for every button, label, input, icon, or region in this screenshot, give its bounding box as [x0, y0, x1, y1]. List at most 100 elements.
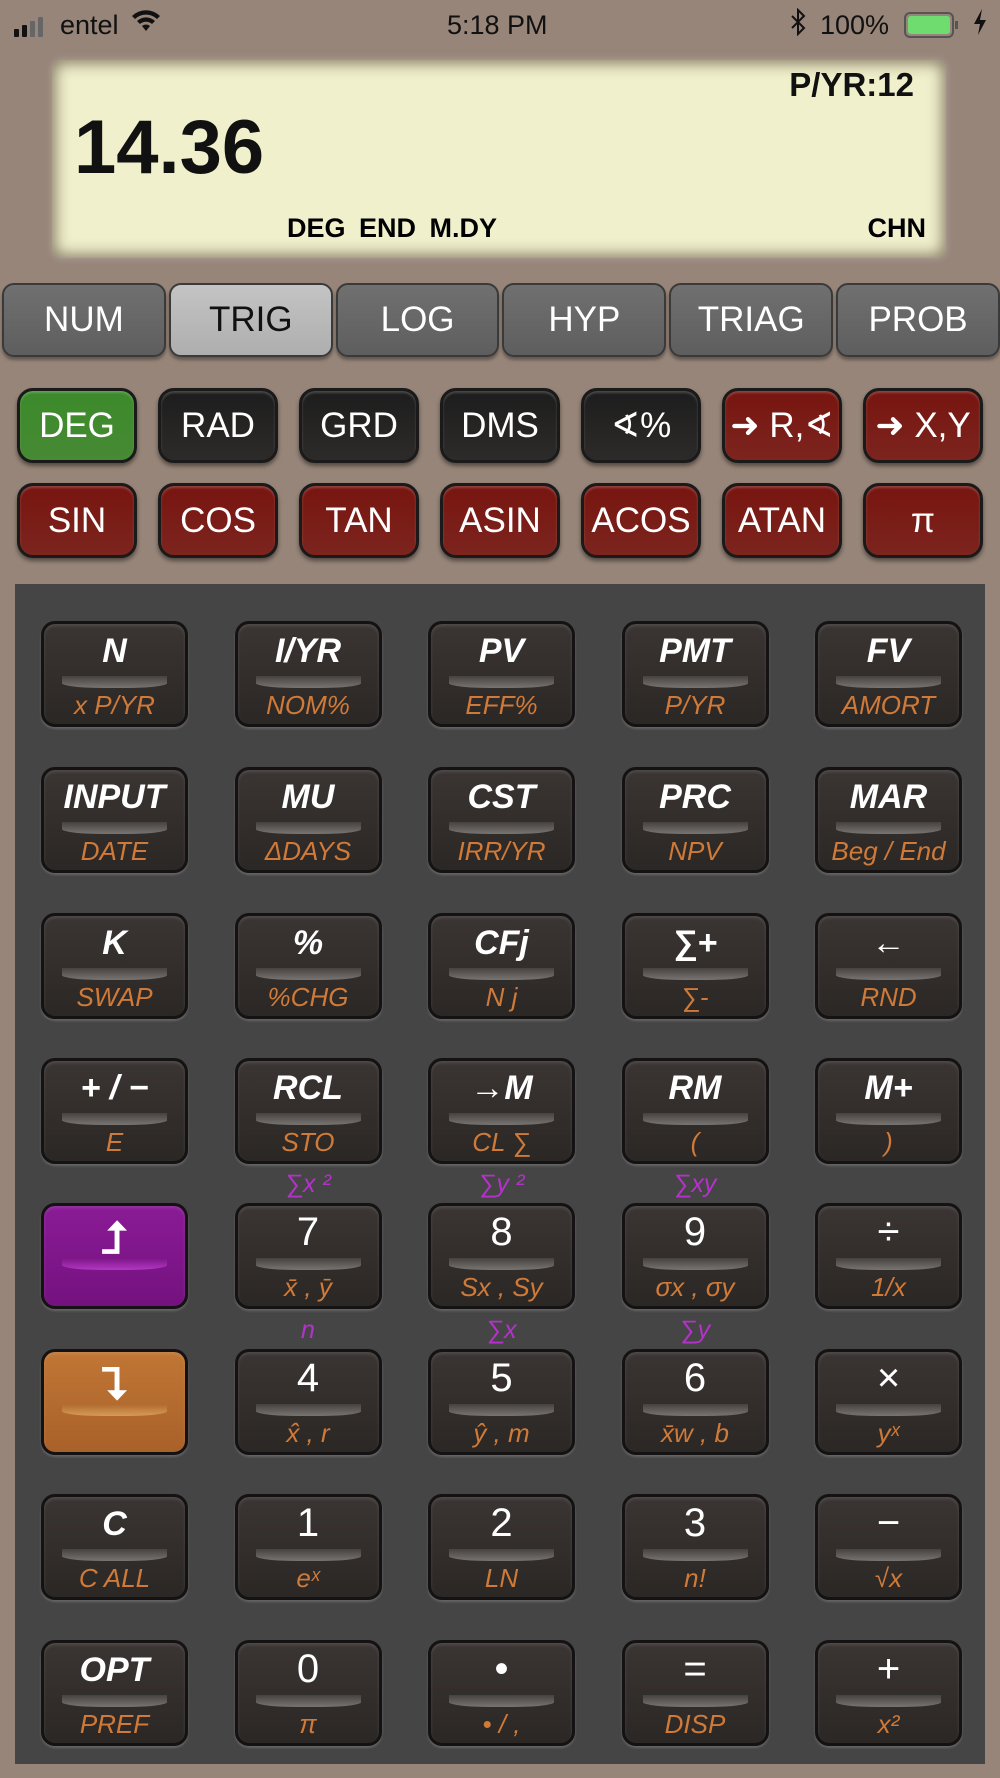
key-highlight	[255, 676, 361, 688]
key-8[interactable]: 8 Sx , Sy	[428, 1203, 575, 1309]
key-mu[interactable]: MU ΔDAYS	[234, 767, 382, 873]
key-symbol[interactable]: − √x	[815, 1494, 962, 1600]
func-button-grd[interactable]: GRD	[299, 388, 419, 463]
key-symbol[interactable]: ← RND	[815, 913, 962, 1019]
chain-mode-indicator: CHN	[867, 213, 927, 243]
key-pv[interactable]: PV EFF%	[428, 621, 575, 727]
key-highlight	[642, 968, 748, 980]
func-button-asin[interactable]: ASIN	[440, 483, 560, 558]
tab-hyp[interactable]: HYP	[502, 283, 667, 357]
key-main-label: 1	[296, 1501, 320, 1545]
battery-percent: 100%	[820, 10, 890, 40]
func-button-atan[interactable]: ATAN	[722, 483, 842, 558]
key-highlight	[449, 1404, 554, 1416]
tab-triag[interactable]: TRIAG	[669, 283, 834, 357]
key-main-label: + / −	[80, 1069, 149, 1107]
key-symbol[interactable]: ÷ 1/x	[815, 1203, 962, 1309]
key-main-label: N	[102, 632, 127, 670]
key-symbol[interactable]: + / − E	[41, 1058, 188, 1164]
key-secondary-label: π	[299, 1709, 317, 1739]
tab-prob[interactable]: PROB	[836, 283, 1000, 357]
key-7[interactable]: 7 x̄ , ȳ	[234, 1203, 382, 1309]
clock: 5:18 PM	[447, 10, 548, 40]
key-5[interactable]: 5 ŷ , m	[428, 1349, 575, 1455]
key-1[interactable]: 1 eˣ	[234, 1494, 382, 1600]
key-highlight	[255, 968, 361, 980]
key-n[interactable]: Nx P/YR	[41, 621, 188, 727]
func-button-sin[interactable]: SIN	[17, 483, 137, 558]
tab-trig[interactable]: TRIG	[168, 283, 333, 357]
key-secondary-label: √x	[874, 1563, 903, 1593]
key-symbol[interactable]: × yˣ	[815, 1349, 962, 1455]
key-pmt[interactable]: PMT P/YR	[621, 621, 769, 727]
key-2[interactable]: 2 LN	[428, 1494, 575, 1600]
key-rcl[interactable]: RCL STO	[234, 1058, 382, 1164]
key-4[interactable]: 4 x̂ , r	[234, 1349, 382, 1455]
key-secondary-label: ŷ , m	[473, 1418, 530, 1448]
key-secondary-label: x²	[877, 1709, 900, 1739]
key-9[interactable]: 9 σx , σy	[621, 1203, 769, 1309]
key-secondary-label: eˣ	[296, 1563, 320, 1593]
key-highlight	[642, 676, 748, 688]
key-6[interactable]: 6 x̄w , b	[621, 1349, 769, 1455]
key-stat-label: ∑y	[679, 1316, 711, 1344]
key-highlight	[449, 1549, 554, 1561]
key-main-label: 2	[490, 1501, 513, 1545]
key-symbol[interactable]: + x²	[815, 1640, 962, 1746]
key-highlight	[449, 1258, 554, 1270]
key-highlight	[62, 1549, 167, 1561]
func-button-x-y[interactable]: ➜ X,Y	[863, 388, 983, 463]
key-main-label: PRC	[659, 778, 731, 816]
key-k[interactable]: K SWAP	[41, 913, 188, 1019]
key-highlight	[836, 1549, 941, 1561]
func-button-symbol[interactable]: π	[863, 483, 983, 558]
key-mar[interactable]: MAR Beg / End	[815, 767, 962, 873]
key-main-label: CFj	[474, 924, 529, 962]
key-m[interactable]: M+)	[815, 1058, 962, 1164]
mode-tabs: NUM TRIG LOG HYP TRIAG PROB	[2, 283, 1000, 357]
tab-num[interactable]: NUM	[2, 283, 166, 357]
wifi-icon	[130, 6, 162, 41]
key-rm[interactable]: RM (	[621, 1058, 769, 1164]
key-fv[interactable]: FV AMORT	[815, 621, 962, 727]
key-symbol[interactable]: ∑+ ∑-	[621, 913, 769, 1019]
key-secondary-label: DATE	[80, 836, 149, 866]
key-prc[interactable]: PRC NPV	[621, 767, 769, 873]
func-button-dms[interactable]: DMS	[440, 388, 560, 463]
key-highlight	[642, 822, 748, 834]
key-input[interactable]: INPUT DATE	[41, 767, 188, 873]
func-button-deg[interactable]: DEG	[17, 388, 137, 463]
key-m[interactable]: →M CL ∑	[428, 1058, 575, 1164]
func-button-r[interactable]: ➜ R,∢	[722, 388, 842, 463]
key-highlight	[449, 1695, 554, 1707]
key-i-yr[interactable]: I/YR NOM%	[234, 621, 382, 727]
key-symbol[interactable]: = DISP	[621, 1640, 769, 1746]
key-symbol[interactable]: % %CHG	[234, 913, 382, 1019]
shift-down-button[interactable]: ⮧	[41, 1349, 188, 1455]
key-secondary-label: (	[690, 1127, 700, 1157]
key-highlight	[255, 1258, 361, 1270]
key-highlight	[836, 676, 941, 688]
shift-up-button[interactable]: ⮥	[41, 1203, 188, 1309]
key-secondary-label: ΔDAYS	[264, 836, 352, 866]
key-cst[interactable]: CST IRR/YR	[428, 767, 575, 873]
key-symbol[interactable]: • • / ,	[428, 1640, 575, 1746]
key-cfj[interactable]: CFj N j	[428, 913, 575, 1019]
key-c[interactable]: C C ALL	[41, 1494, 188, 1600]
func-button-acos[interactable]: ACOS	[581, 483, 701, 558]
key-3[interactable]: 3 n!	[621, 1494, 769, 1600]
key-main-label: %	[292, 924, 324, 962]
key-main-label: −	[876, 1501, 901, 1545]
key-main-label: K	[102, 924, 127, 962]
key-highlight	[836, 1113, 941, 1125]
key-secondary-label: AMORT	[841, 690, 936, 720]
func-button-cos[interactable]: COS	[158, 483, 278, 558]
key-main-label: OPT	[79, 1651, 150, 1689]
func-button-symbol[interactable]: ∢%	[581, 388, 701, 463]
key-0[interactable]: 0π	[234, 1640, 382, 1746]
key-opt[interactable]: OPT PREF	[41, 1640, 188, 1746]
key-highlight	[642, 1695, 748, 1707]
tab-log[interactable]: LOG	[335, 283, 500, 357]
func-button-tan[interactable]: TAN	[299, 483, 419, 558]
func-button-rad[interactable]: RAD	[158, 388, 278, 463]
